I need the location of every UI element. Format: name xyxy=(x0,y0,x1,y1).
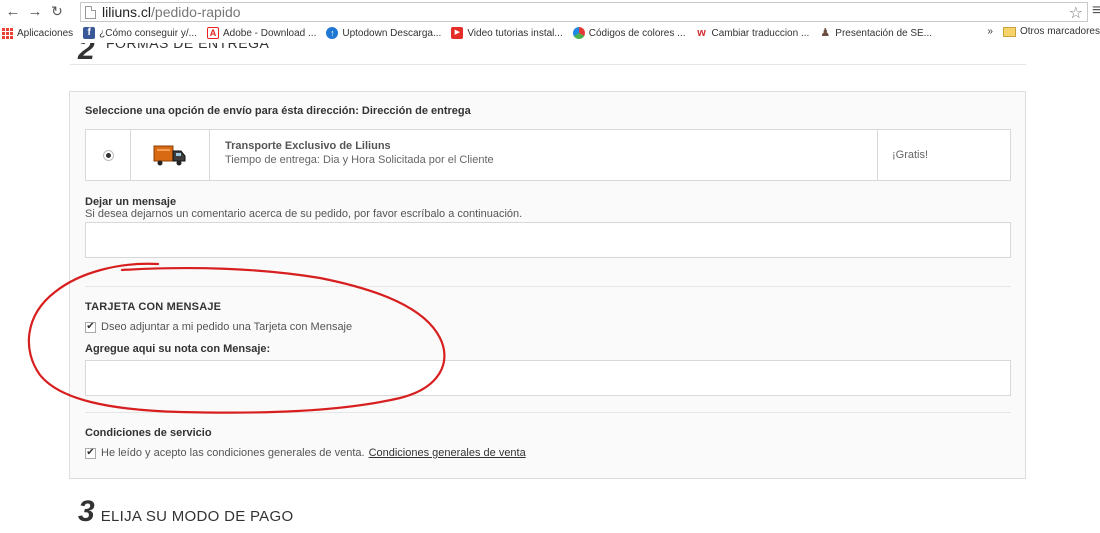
conditions-checkbox-row[interactable]: ✔ He leído y acepto las condiciones gene… xyxy=(85,447,526,459)
bookmark-label: Cambiar traduccion ... xyxy=(711,27,810,39)
address-bar[interactable]: liliuns.cl /pedido-rapido ☆ xyxy=(80,2,1088,22)
bookmark-label: Aplicaciones xyxy=(17,27,74,39)
bookmark-label: Códigos de colores ... xyxy=(588,27,686,39)
back-arrow-icon[interactable]: ← xyxy=(4,3,22,21)
figure-icon: ♟ xyxy=(820,27,831,39)
card-checkbox-label: Dseo adjuntar a mi pedido una Tarjeta co… xyxy=(101,321,353,333)
step-title: ELIJA SU MODO DE PAGO xyxy=(100,508,294,525)
shipping-option-row[interactable]: Transporte Exclusivo de Liliuns Tiempo d… xyxy=(85,129,1011,181)
youtube-icon: ▶ xyxy=(451,27,464,39)
shipping-radio-cell xyxy=(86,130,131,180)
truck-icon xyxy=(153,145,186,166)
shipping-price: ¡Gratis! xyxy=(892,149,929,161)
browser-menu-icon[interactable]: ≡ xyxy=(1092,2,1100,20)
message-hint: Si desea dejarnos un comentario acerca d… xyxy=(85,208,523,220)
bookmark-item[interactable]: w Cambiar traduccion ... xyxy=(695,27,809,39)
forward-arrow-icon[interactable]: → xyxy=(26,3,44,21)
url-host: liliuns.cl xyxy=(102,4,152,20)
bookmark-apps[interactable]: Aplicaciones xyxy=(0,27,74,39)
card-checkbox-row[interactable]: ✔ Dseo adjuntar a mi pedido una Tarjeta … xyxy=(85,321,352,333)
bookmark-item[interactable]: ↑ Uptodown Descarga... xyxy=(326,27,441,39)
page-icon xyxy=(85,5,96,19)
w-icon: w xyxy=(697,27,706,39)
bookmark-item[interactable]: ▶ Video tutorias instal... xyxy=(451,27,563,39)
bookmark-item[interactable]: A Adobe - Download ... xyxy=(206,27,317,39)
conditions-checkbox[interactable]: ✔ xyxy=(85,447,96,459)
color-wheel-icon xyxy=(572,27,585,39)
conditions-checkbox-label: He leído y acepto las condiciones genera… xyxy=(101,447,365,459)
page-content: 2 FORMAS DE ENTREGA Seleccione una opció… xyxy=(0,43,1100,533)
bookmarks-bar: Aplicaciones f ¿Cómo conseguir y/... A A… xyxy=(0,23,1100,43)
shipping-name: Transporte Exclusivo de Liliuns xyxy=(225,140,391,152)
url-path: /pedido-rapido xyxy=(151,4,241,20)
carrier-logo-cell xyxy=(131,130,210,180)
bookmark-label: Presentación de SE... xyxy=(835,27,933,39)
conditions-link[interactable]: Condiciones generales de venta xyxy=(369,447,526,459)
step-title: FORMAS DE ENTREGA xyxy=(106,43,270,51)
folder-icon xyxy=(1002,26,1016,37)
delivery-panel: Seleccione una opción de envío para ésta… xyxy=(69,91,1026,479)
bookmark-item[interactable]: Códigos de colores ... xyxy=(572,27,686,39)
step3-header: 3 ELIJA SU MODO DE PAGO xyxy=(78,495,293,529)
bookmark-star-icon[interactable]: ☆ xyxy=(1069,3,1083,23)
message-heading: Dejar un mensaje xyxy=(85,196,177,208)
bookmark-label: Video tutorias instal... xyxy=(467,27,563,39)
shipping-radio[interactable] xyxy=(102,149,114,161)
step-number: 2 xyxy=(78,43,95,66)
shipping-info-cell: Transporte Exclusivo de Liliuns Tiempo d… xyxy=(210,130,878,180)
bookmark-label: Uptodown Descarga... xyxy=(342,27,442,39)
bookmark-label: ¿Cómo conseguir y/... xyxy=(99,27,197,39)
bookmark-item[interactable]: f ¿Cómo conseguir y/... xyxy=(83,27,197,39)
shipping-heading: Seleccione una opción de envío para ésta… xyxy=(85,105,471,117)
conditions-heading: Condiciones de servicio xyxy=(85,427,212,439)
card-heading: TARJETA CON MENSAJE xyxy=(85,301,222,313)
card-note-textarea[interactable] xyxy=(85,360,1011,396)
card-note-label: Agregue aqui su nota con Mensaje: xyxy=(85,343,271,355)
step-number: 3 xyxy=(78,495,95,528)
divider xyxy=(85,412,1011,413)
divider xyxy=(85,286,1011,287)
more-bookmarks-chevron[interactable]: » xyxy=(987,26,993,37)
bookmarks-overflow: » Otros marcadores xyxy=(987,26,1100,37)
uptodown-icon: ↑ xyxy=(326,27,339,39)
message-textarea[interactable] xyxy=(85,222,1011,258)
radio-selected-dot xyxy=(105,152,111,158)
browser-toolbar: ← → ↻ liliuns.cl /pedido-rapido ☆ ≡ xyxy=(0,0,1100,23)
adobe-icon: A xyxy=(206,27,219,39)
apps-grid-icon xyxy=(2,27,13,39)
step2-header: 2 FORMAS DE ENTREGA xyxy=(70,43,1026,66)
facebook-icon: f xyxy=(83,27,96,39)
bookmark-label: Adobe - Download ... xyxy=(222,27,317,39)
card-checkbox[interactable]: ✔ xyxy=(85,321,96,333)
bookmark-item[interactable]: ♟ Presentación de SE... xyxy=(819,27,932,39)
reload-icon[interactable]: ↻ xyxy=(48,3,66,21)
other-bookmarks[interactable]: Otros marcadores xyxy=(1020,26,1100,37)
shipping-time: Tiempo de entrega: Dia y Hora Solicitada… xyxy=(225,154,494,166)
